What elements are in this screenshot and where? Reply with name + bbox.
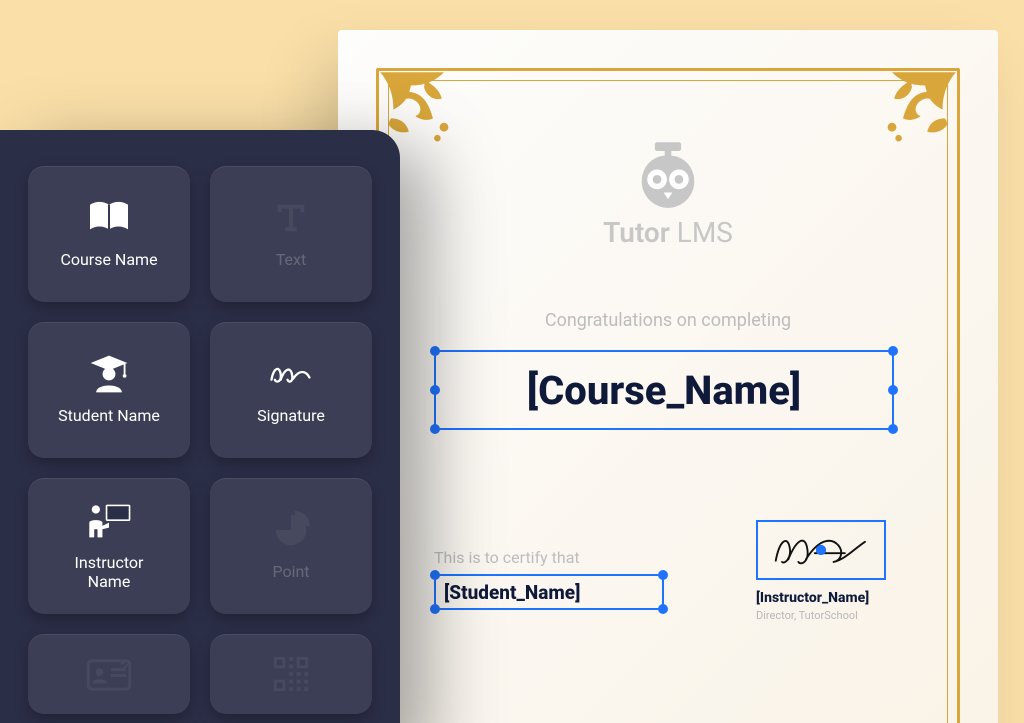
qr-code-icon: [268, 654, 314, 694]
text-icon: [268, 198, 314, 238]
tile-label: Student Name: [58, 406, 160, 425]
congrats-text: Congratulations on completing: [338, 310, 998, 331]
student-name-placeholder[interactable]: [Student_Name]: [434, 574, 664, 610]
brand-logo: Tutor LMS: [338, 140, 998, 249]
graduate-icon: [86, 354, 132, 394]
tile-point[interactable]: Point: [210, 478, 372, 614]
elements-panel: Course Name Text Student Name Signature: [0, 130, 400, 723]
instructor-name-text: [Instructor_Name]: [756, 590, 926, 606]
signature-placeholder[interactable]: [756, 520, 886, 580]
tile-id-card[interactable]: [28, 634, 190, 714]
resize-handle[interactable]: [430, 570, 440, 580]
owl-icon: [633, 140, 703, 210]
course-name-placeholder[interactable]: [Course_Name]: [434, 350, 894, 430]
tile-label: Course Name: [60, 250, 157, 269]
pie-chart-icon: [268, 510, 314, 550]
resize-handle[interactable]: [888, 346, 898, 356]
resize-handle[interactable]: [816, 545, 826, 555]
stage: Tutor LMS Congratulations on completing …: [0, 0, 1024, 723]
resize-handle[interactable]: [430, 385, 440, 395]
brand-name: Tutor LMS: [338, 216, 998, 249]
signature-icon: [268, 354, 314, 394]
tile-qr-code[interactable]: [210, 634, 372, 714]
tile-label: Point: [272, 562, 309, 581]
tile-label: Instructor Name: [75, 553, 144, 591]
book-icon: [86, 198, 132, 238]
brand-name-a: Tutor: [603, 216, 670, 249]
resize-handle[interactable]: [430, 604, 440, 614]
elements-grid: Course Name Text Student Name Signature: [28, 166, 372, 714]
tile-course-name[interactable]: Course Name: [28, 166, 190, 302]
resize-handle[interactable]: [430, 346, 440, 356]
tile-instructor-name[interactable]: Instructor Name: [28, 478, 190, 614]
tile-signature[interactable]: Signature: [210, 322, 372, 458]
instructor-icon: [86, 501, 132, 541]
resize-handle[interactable]: [430, 424, 440, 434]
tile-text[interactable]: Text: [210, 166, 372, 302]
tile-label: Signature: [257, 406, 325, 425]
director-line: Director, TutorSchool: [756, 609, 926, 622]
tile-student-name[interactable]: Student Name: [28, 322, 190, 458]
resize-handle[interactable]: [658, 570, 668, 580]
certify-label: This is to certify that: [434, 548, 580, 567]
course-name-text: [Course_Name]: [527, 367, 801, 414]
resize-handle[interactable]: [888, 385, 898, 395]
id-card-icon: [86, 654, 132, 694]
signature-area: [Instructor_Name] Director, TutorSchool: [756, 520, 926, 622]
certificate-canvas[interactable]: Tutor LMS Congratulations on completing …: [338, 30, 998, 723]
brand-name-b: LMS: [670, 216, 733, 249]
tile-label: Text: [276, 250, 306, 269]
student-name-text: [Student_Name]: [444, 581, 580, 604]
resize-handle[interactable]: [658, 604, 668, 614]
resize-handle[interactable]: [888, 424, 898, 434]
